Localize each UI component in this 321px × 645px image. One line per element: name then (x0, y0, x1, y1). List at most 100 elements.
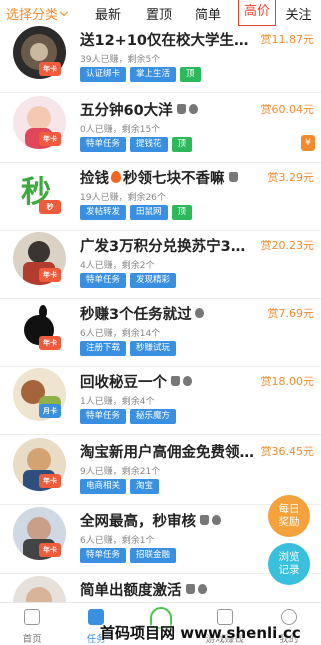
tag: 特单任务 (80, 409, 127, 424)
task-title: 捡钱 秒领七块不香嘛 (80, 166, 255, 188)
vip-badge: 年卡 (39, 543, 61, 557)
tab-latest[interactable]: 最新 (80, 4, 136, 23)
category-filter[interactable]: 选择分类 (0, 4, 80, 23)
list-item[interactable]: 年卡 五分钟60大洋 0人已赚，剩余15个 特单任务 提钱花 顶 赏60.04元 (0, 96, 321, 163)
task-title: 广发3万积分兑换苏宁30... (80, 238, 255, 255)
apple-icon (188, 104, 198, 114)
vip-badge: 月卡 (39, 404, 61, 418)
list-item[interactable]: 年卡 送12+10仅在校大学生认... 39人已赚，剩余5个 认证绑卡 掌上生活… (0, 26, 321, 93)
task-reward: 赏3.29元 (267, 171, 315, 184)
task-title: 秒赚3个任务就过 (80, 302, 255, 324)
home-icon (24, 609, 41, 625)
task-tags: 特单任务 招联金融 (80, 548, 180, 563)
tag: 发帖转发 (80, 205, 127, 220)
task-tags: 特单任务 发现精彩 (80, 273, 180, 288)
task-title: 全网最高，秒审核 (80, 509, 255, 531)
tag: 秒赚试玩 (130, 341, 177, 356)
tag: 招联金融 (130, 548, 177, 563)
top-tab-bar: 选择分类 最新 置顶 简单 高价 关注 (0, 0, 321, 26)
tab-simple[interactable]: 简单 (182, 4, 234, 23)
divider (0, 162, 321, 163)
task-stats: 0人已赚，剩余15个 (80, 125, 161, 135)
tab-following[interactable]: 关注 (276, 4, 321, 23)
task-tags: 特单任务 提钱花 顶 (80, 137, 196, 152)
daily-reward-button[interactable]: 每日 奖励 (268, 495, 310, 537)
vip-badge: 年卡 (39, 132, 61, 146)
apple-icon (197, 584, 207, 594)
fire-icon (111, 171, 121, 183)
android-icon (171, 376, 180, 386)
list-item[interactable]: 年卡 广发3万积分兑换苏宁30... 4人已赚，剩余2个 特单任务 发现精彩 赏… (0, 232, 321, 299)
task-title: 淘宝新用户高佣金免费领... (80, 444, 255, 461)
tag: 注册下载 (80, 341, 127, 356)
tag: 特单任务 (80, 137, 127, 152)
task-reward: 赏60.04元 (260, 103, 315, 116)
task-stats: 4人已赚，剩余2个 (80, 261, 155, 271)
android-icon (200, 515, 209, 525)
tag: 掌上生活 (130, 67, 177, 82)
vip-badge: 年卡 (39, 268, 61, 282)
vip-badge: 年卡 (39, 336, 61, 350)
task-stats: 1人已赚，剩余4个 (80, 397, 155, 407)
task-tags: 电商相关 淘宝 (80, 479, 163, 494)
avatar (13, 576, 66, 602)
task-tags: 注册下载 秒赚试玩 (80, 341, 180, 356)
tag: 特单任务 (80, 548, 127, 563)
browse-history-button[interactable]: 浏览 记录 (268, 543, 310, 585)
task-tags: 发帖转发 田鼠网 顶 (80, 205, 196, 220)
divider (0, 92, 321, 93)
android-icon (176, 104, 186, 114)
tag: 秘乐魔方 (130, 409, 177, 424)
tag: 提钱花 (130, 137, 168, 152)
tag: 发现精彩 (130, 273, 177, 288)
task-tags: 特单任务 秘乐魔方 (80, 409, 180, 424)
task-reward: 赏36.45元 (260, 445, 315, 458)
watermark: 首码项目网 www.shenli.cc (100, 624, 301, 642)
task-title: 简单出额度激活 (80, 578, 255, 600)
apple-icon (194, 308, 204, 318)
divider (0, 366, 321, 367)
tag: 淘宝 (130, 479, 160, 494)
task-tags: 认证绑卡 掌上生活 顶 (80, 67, 205, 82)
task-title: 回收秘豆一个 (80, 370, 255, 392)
task-reward: 赏20.23元 (260, 239, 315, 252)
tag: 电商相关 (80, 479, 127, 494)
nav-home[interactable]: 首页 (0, 603, 64, 645)
task-title: 五分钟60大洋 (80, 98, 255, 120)
task-stats: 19人已赚，剩余26个 (80, 193, 166, 203)
list-item[interactable]: 秒 秒 捡钱 秒领七块不香嘛 19人已赚，剩余26个 发帖转发 田鼠网 顶 赏3.… (0, 164, 321, 231)
apple-icon (183, 376, 192, 386)
category-filter-label: 选择分类 (6, 7, 59, 23)
task-stats: 6人已赚，剩余14个 (80, 329, 161, 339)
divider (0, 230, 321, 231)
android-icon (185, 584, 195, 594)
task-title: 送12+10仅在校大学生认... (80, 32, 255, 49)
task-stats: 39人已赚，剩余5个 (80, 55, 161, 65)
chevron-down-icon (59, 7, 69, 16)
task-stats: 9人已赚，剩余21个 (80, 467, 161, 477)
list-item[interactable]: 简单出额度激活 (0, 576, 321, 602)
task-reward: 赏18.00元 (260, 375, 315, 388)
tag: 特单任务 (80, 273, 127, 288)
list-item[interactable]: 年卡 淘宝新用户高佣金免费领... 9人已赚，剩余21个 电商相关 淘宝 赏36… (0, 438, 321, 505)
task-reward: 赏7.69元 (267, 307, 315, 320)
task-reward: 赏11.87元 (260, 33, 315, 46)
divider (0, 434, 321, 435)
pin-tag: 顶 (171, 137, 193, 152)
tab-pinned[interactable]: 置顶 (136, 4, 182, 23)
tag: 田鼠网 (130, 205, 168, 220)
task-stats: 6人已赚，剩余1个 (80, 536, 155, 546)
pin-tag: 顶 (171, 205, 193, 220)
vip-badge: 年卡 (39, 62, 61, 76)
vip-badge: 年卡 (39, 474, 61, 488)
tab-high-price[interactable]: 高价 (238, 0, 276, 26)
pin-tag: 顶 (180, 67, 201, 82)
yuan-icon[interactable]: ¥ (301, 135, 315, 151)
apple-icon (212, 515, 221, 525)
list-item[interactable]: 年卡 秒赚3个任务就过 6人已赚，剩余14个 注册下载 秒赚试玩 赏7.69元 (0, 300, 321, 367)
android-icon (228, 172, 238, 182)
divider (0, 298, 321, 299)
tag: 认证绑卡 (80, 67, 127, 82)
vip-badge: 秒 (39, 200, 61, 214)
list-item[interactable]: 月卡 回收秘豆一个 1人已赚，剩余4个 特单任务 秘乐魔方 赏18.00元 (0, 368, 321, 435)
